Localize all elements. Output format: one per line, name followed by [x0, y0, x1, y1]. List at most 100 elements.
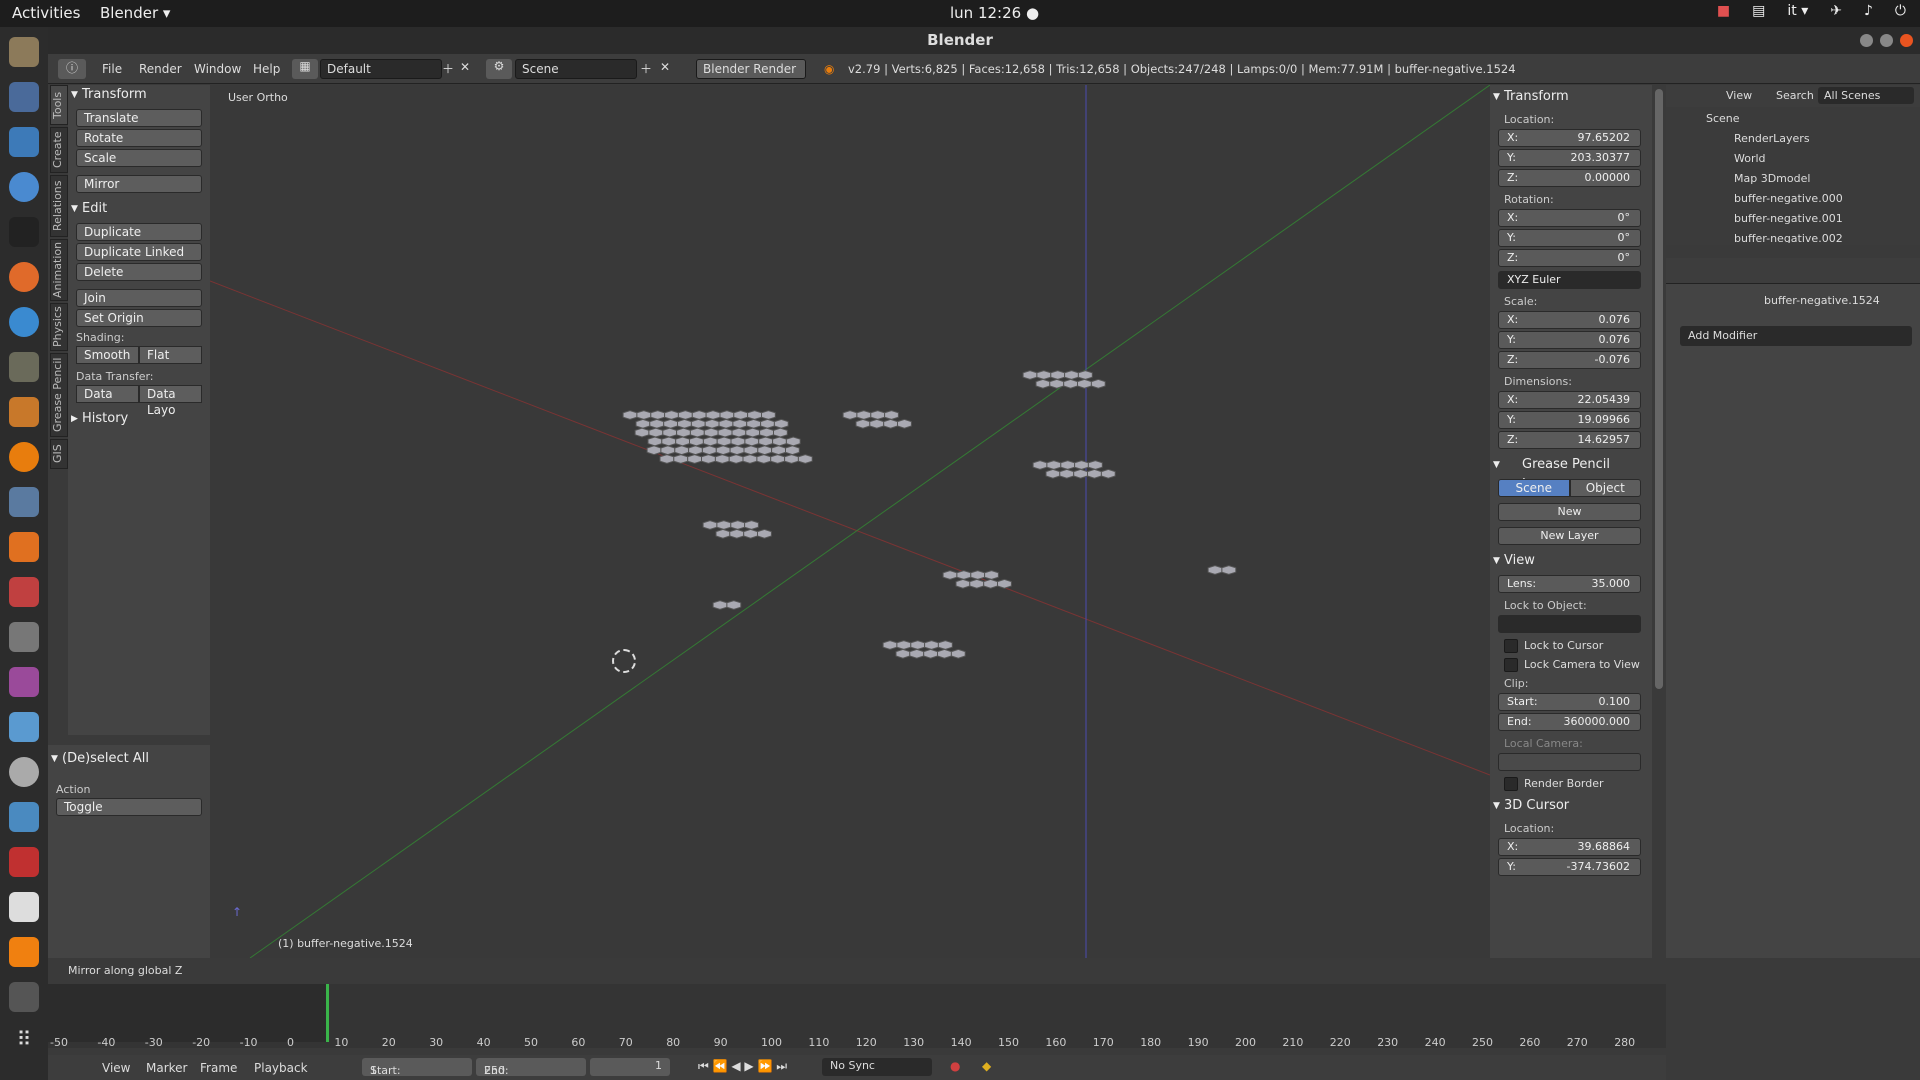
gp-new-button[interactable]: New — [1498, 503, 1641, 521]
writer-icon[interactable] — [9, 127, 39, 157]
chromium-icon[interactable] — [9, 172, 39, 202]
tab-grease-pencil[interactable]: Grease Pencil — [50, 353, 68, 437]
timeline-marker-menu[interactable]: Marker — [146, 1061, 187, 1075]
render-border-checkbox[interactable]: Render Border — [1504, 777, 1652, 791]
start-frame-field[interactable]: Start: 1 — [362, 1058, 472, 1077]
3d-cursor-icon[interactable] — [612, 649, 636, 673]
dimensions-y-field[interactable]: Y: 19.09966 — [1498, 411, 1641, 429]
add-scene-button[interactable]: ＋ — [640, 60, 652, 77]
duplicate-linked-button[interactable]: Duplicate Linked — [76, 243, 202, 261]
scene-field[interactable]: Scene — [515, 59, 637, 79]
gimp-icon[interactable] — [9, 352, 39, 382]
language-indicator[interactable]: it ▾ — [1787, 3, 1808, 19]
rotate-button[interactable]: Rotate — [76, 129, 202, 147]
activities-button[interactable]: Activities — [12, 4, 80, 22]
current-frame-field[interactable]: 1 — [590, 1058, 670, 1076]
blender-icon[interactable] — [9, 442, 39, 472]
add-layout-button[interactable]: ＋ — [442, 60, 454, 77]
outliner-item-world[interactable]: World — [1666, 151, 1920, 167]
record-button[interactable]: ● — [950, 1059, 960, 1073]
keyframe-icon[interactable]: ◆ — [982, 1059, 991, 1073]
timeline-frame-menu[interactable]: Frame — [200, 1061, 237, 1075]
menu-help[interactable]: Help — [253, 62, 280, 76]
location-y-field[interactable]: Y: 203.30377 — [1498, 149, 1641, 167]
cursor-x-field[interactable]: X: 39.68864 — [1498, 838, 1641, 856]
sync-select[interactable]: No Sync — [822, 1058, 932, 1076]
power-icon[interactable]: ⏻ — [1895, 3, 1906, 19]
scanner-icon[interactable] — [9, 487, 39, 517]
lens-field[interactable]: Lens: 35.000 — [1498, 575, 1641, 593]
menu-file[interactable]: File — [102, 62, 122, 76]
info-editor-icon[interactable]: ⓘ — [58, 59, 86, 79]
vlc-icon[interactable] — [9, 937, 39, 967]
tab-create[interactable]: Create — [50, 127, 68, 173]
remove-scene-button[interactable]: ✕ — [660, 60, 670, 74]
3d-cursor-header[interactable]: 3D Cursor — [1490, 796, 1652, 816]
editor-icon[interactable] — [9, 307, 39, 337]
draw-icon[interactable] — [9, 397, 39, 427]
freecad-icon[interactable] — [9, 847, 39, 877]
outliner-item-renderlayers[interactable]: RenderLayers — [1666, 131, 1920, 147]
history-panel-header[interactable]: History — [68, 409, 210, 429]
files-icon[interactable] — [9, 37, 39, 67]
scale-button[interactable]: Scale — [76, 149, 202, 167]
terminal-icon[interactable] — [9, 217, 39, 247]
scale-z-field[interactable]: Z: -0.076 — [1498, 351, 1641, 369]
tab-tools[interactable]: Tools — [50, 85, 68, 125]
volume-icon[interactable]: ♪ — [1864, 3, 1873, 19]
view-panel-header[interactable]: View — [1490, 551, 1652, 571]
video-editor-icon[interactable] — [9, 667, 39, 697]
timeline-playback-menu[interactable]: Playback — [254, 1061, 308, 1075]
app-grid-icon[interactable]: ⠿ — [9, 1027, 39, 1057]
scale-y-field[interactable]: Y: 0.076 — [1498, 331, 1641, 349]
notes-icon[interactable] — [9, 892, 39, 922]
grease-pencil-header[interactable]: Grease Pencil Layers — [1490, 455, 1652, 492]
record-icon[interactable]: ■ — [1717, 3, 1730, 19]
rotation-mode-select[interactable]: XYZ Euler — [1498, 271, 1641, 289]
layout-icon[interactable]: ▦ — [292, 59, 318, 79]
airplane-icon[interactable]: ✈ — [1830, 3, 1842, 19]
qgis-icon[interactable] — [9, 712, 39, 742]
rotation-z-field[interactable]: Z: 0° — [1498, 249, 1641, 267]
app-menu[interactable]: Blender ▾ — [100, 4, 170, 22]
close-button[interactable] — [1900, 34, 1913, 47]
network-icon[interactable] — [9, 82, 39, 112]
remove-layout-button[interactable]: ✕ — [460, 60, 470, 74]
operator-title[interactable]: (De)select All — [48, 749, 210, 769]
outliner-filter-select[interactable]: All Scenes — [1818, 87, 1914, 104]
outliner-search-menu[interactable]: Search — [1776, 89, 1814, 102]
lock-camera-checkbox[interactable]: Lock Camera to View — [1504, 658, 1652, 672]
gp-object-button[interactable]: Object — [1569, 479, 1641, 497]
rotation-x-field[interactable]: X: 0° — [1498, 209, 1641, 227]
software-center-icon[interactable] — [9, 532, 39, 562]
scene-icon[interactable]: ⚙ — [486, 59, 512, 79]
clock[interactable]: lun 12:26 ● — [950, 4, 1039, 22]
properties-tabs[interactable] — [1666, 258, 1920, 284]
render-engine-select[interactable]: Blender Render — [696, 59, 806, 79]
tab-physics[interactable]: Physics — [50, 303, 68, 351]
cursor-y-field[interactable]: Y: -374.73602 — [1498, 858, 1641, 876]
mirror-button[interactable]: Mirror — [76, 175, 202, 193]
clip-start-field[interactable]: Start: 0.100 — [1498, 693, 1641, 711]
outliner-item-buffer-000[interactable]: buffer-negative.000 — [1666, 191, 1920, 207]
clip-end-field[interactable]: End: 360000.000 — [1498, 713, 1641, 731]
minimize-button[interactable] — [1860, 34, 1873, 47]
outliner-item-map3dmodel[interactable]: Map 3Dmodel — [1666, 171, 1920, 187]
eye-icon[interactable] — [9, 757, 39, 787]
lock-object-field[interactable] — [1498, 615, 1641, 633]
tab-gis[interactable]: GIS — [50, 439, 68, 469]
3d-viewport[interactable]: User Ortho (1) buffer-negative.1524 ↑ — [210, 85, 1490, 958]
playback-controls[interactable]: ⏮ ⏪ ◀ ▶ ⏩ ⏭ — [698, 1059, 787, 1074]
action-select[interactable]: Toggle — [56, 798, 202, 816]
tab-animation[interactable]: Animation — [50, 239, 68, 301]
set-origin-select[interactable]: Set Origin — [76, 309, 202, 327]
cube-icon[interactable] — [9, 802, 39, 832]
maximize-button[interactable] — [1880, 34, 1893, 47]
delete-button[interactable]: Delete — [76, 263, 202, 281]
location-x-field[interactable]: X: 97.65202 — [1498, 129, 1641, 147]
clipboard-icon[interactable]: ▤ — [1752, 3, 1765, 19]
scale-x-field[interactable]: X: 0.076 — [1498, 311, 1641, 329]
edit-panel-header[interactable]: Edit — [68, 199, 210, 219]
outliner-item-scene[interactable]: Scene — [1666, 111, 1920, 127]
outliner-item-buffer-001[interactable]: buffer-negative.001 — [1666, 211, 1920, 227]
